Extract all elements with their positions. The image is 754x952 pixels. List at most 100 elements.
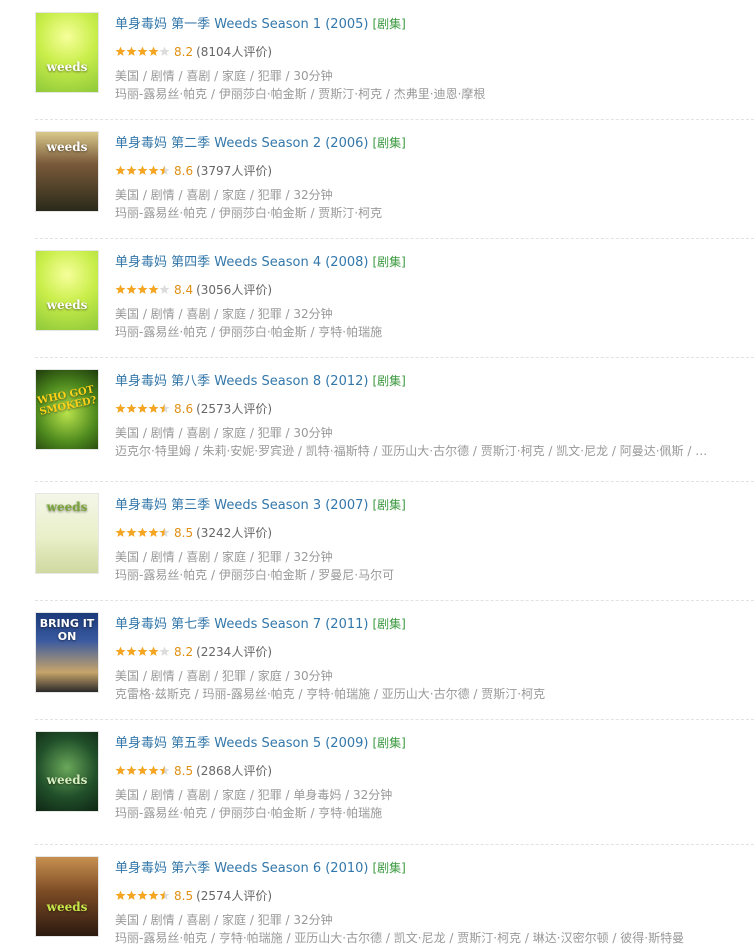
category-tag[interactable]: [剧集] bbox=[372, 17, 405, 31]
star-icon bbox=[115, 890, 126, 901]
rating-score: 8.5 bbox=[174, 764, 194, 778]
rating-row: 8.2 (8104人评价) bbox=[115, 44, 272, 60]
star-icon bbox=[148, 284, 159, 295]
category-tag[interactable]: [剧集] bbox=[372, 136, 405, 150]
rating-stars bbox=[115, 402, 170, 418]
poster-caption: weeds bbox=[46, 500, 88, 514]
rating-row: 8.5 (3242人评价) bbox=[115, 525, 272, 541]
poster-caption: weeds bbox=[46, 900, 88, 914]
rating-stars bbox=[115, 526, 170, 542]
rating-count: (3242人评价) bbox=[196, 526, 272, 540]
star-icon bbox=[159, 765, 170, 776]
star-icon bbox=[159, 165, 170, 176]
category-tag[interactable]: [剧集] bbox=[372, 617, 405, 631]
star-icon bbox=[115, 46, 126, 57]
result-title: 单身毒妈 第五季 Weeds Season 5 (2009) [剧集] bbox=[115, 734, 406, 753]
poster-image[interactable]: weeds bbox=[35, 12, 99, 93]
result-title: 单身毒妈 第三季 Weeds Season 3 (2007) [剧集] bbox=[115, 496, 406, 515]
rating-stars bbox=[115, 164, 170, 180]
star-icon bbox=[137, 46, 148, 57]
genre-line: 美国 / 剧情 / 喜剧 / 家庭 / 犯罪 / 32分钟 bbox=[115, 188, 333, 202]
cast-line: 玛丽-露易丝·帕克 / 伊丽莎白·帕金斯 / 亨特·帕瑞施 bbox=[115, 325, 383, 339]
star-icon bbox=[115, 765, 126, 776]
star-icon bbox=[148, 890, 159, 901]
rating-count: (2573人评价) bbox=[196, 402, 272, 416]
rating-stars bbox=[115, 764, 170, 780]
rating-count: (2574人评价) bbox=[196, 889, 272, 903]
rating-score: 8.5 bbox=[174, 889, 194, 903]
star-icon bbox=[148, 527, 159, 538]
star-icon bbox=[148, 646, 159, 657]
title-link[interactable]: 单身毒妈 第一季 Weeds Season 1 (2005) bbox=[115, 17, 368, 32]
cast-line: 玛丽-露易丝·帕克 / 伊丽莎白·帕金斯 / 贾斯汀·柯克 bbox=[115, 206, 383, 220]
star-icon bbox=[137, 646, 148, 657]
star-icon bbox=[148, 165, 159, 176]
star-icon bbox=[137, 890, 148, 901]
title-link[interactable]: 单身毒妈 第五季 Weeds Season 5 (2009) bbox=[115, 736, 368, 751]
star-icon bbox=[159, 646, 170, 657]
category-tag[interactable]: [剧集] bbox=[372, 255, 405, 269]
divider bbox=[35, 719, 754, 720]
cast-line: 玛丽-露易丝·帕克 / 伊丽莎白·帕金斯 / 罗曼尼·马尔可 bbox=[115, 568, 395, 582]
star-icon bbox=[159, 527, 170, 538]
star-icon bbox=[137, 527, 148, 538]
star-icon bbox=[115, 527, 126, 538]
rating-score: 8.4 bbox=[174, 283, 194, 297]
genre-line: 美国 / 剧情 / 喜剧 / 家庭 / 犯罪 / 32分钟 bbox=[115, 913, 333, 927]
star-icon bbox=[115, 284, 126, 295]
poster-caption: BRING IT ON bbox=[39, 617, 95, 643]
cast-line: 迈克尔·特里姆 / 朱莉·安妮·罗宾逊 / 凯特·福斯特 / 亚历山大·古尔德 … bbox=[115, 444, 715, 458]
result-title: 单身毒妈 第二季 Weeds Season 2 (2006) [剧集] bbox=[115, 134, 406, 153]
poster-image[interactable]: BRING IT ON bbox=[35, 612, 99, 693]
star-icon bbox=[126, 646, 137, 657]
rating-count: (3056人评价) bbox=[196, 283, 272, 297]
cast-line: 克雷格·兹斯克 / 玛丽-露易丝·帕克 / 亨特·帕瑞施 / 亚历山大·古尔德 … bbox=[115, 687, 546, 701]
title-link[interactable]: 单身毒妈 第七季 Weeds Season 7 (2011) bbox=[115, 617, 368, 632]
star-icon bbox=[148, 46, 159, 57]
star-icon bbox=[126, 890, 137, 901]
rating-score: 8.6 bbox=[174, 164, 194, 178]
poster-caption: weeds bbox=[46, 60, 88, 74]
cast-line: 玛丽-露易丝·帕克 / 伊丽莎白·帕金斯 / 亨特·帕瑞施 bbox=[115, 806, 383, 820]
rating-row: 8.5 (2574人评价) bbox=[115, 888, 272, 904]
rating-stars bbox=[115, 283, 170, 299]
title-link[interactable]: 单身毒妈 第二季 Weeds Season 2 (2006) bbox=[115, 136, 368, 151]
cast-line: 玛丽-露易丝·帕克 / 亨特·帕瑞施 / 亚历山大·古尔德 / 凯文·尼龙 / … bbox=[115, 931, 685, 945]
rating-count: (8104人评价) bbox=[196, 45, 272, 59]
genre-line: 美国 / 剧情 / 喜剧 / 家庭 / 犯罪 / 30分钟 bbox=[115, 69, 333, 83]
divider bbox=[35, 238, 754, 239]
poster-image[interactable]: weeds bbox=[35, 131, 99, 212]
poster-image[interactable]: WHO GOT SMOKED? bbox=[35, 369, 99, 450]
star-icon bbox=[115, 646, 126, 657]
poster-caption: weeds bbox=[46, 773, 88, 787]
category-tag[interactable]: [剧集] bbox=[372, 374, 405, 388]
star-icon bbox=[126, 284, 137, 295]
genre-line: 美国 / 剧情 / 喜剧 / 家庭 / 犯罪 / 30分钟 bbox=[115, 426, 333, 440]
poster-caption: WHO GOT SMOKED? bbox=[36, 384, 98, 418]
poster-image[interactable]: weeds bbox=[35, 493, 99, 574]
result-title: 单身毒妈 第七季 Weeds Season 7 (2011) [剧集] bbox=[115, 615, 406, 634]
divider bbox=[35, 357, 754, 358]
poster-image[interactable]: weeds bbox=[35, 250, 99, 331]
title-link[interactable]: 单身毒妈 第四季 Weeds Season 4 (2008) bbox=[115, 255, 368, 270]
result-title: 单身毒妈 第四季 Weeds Season 4 (2008) [剧集] bbox=[115, 253, 406, 272]
rating-count: (3797人评价) bbox=[196, 164, 272, 178]
category-tag[interactable]: [剧集] bbox=[372, 861, 405, 875]
rating-stars bbox=[115, 645, 170, 661]
poster-image[interactable]: weeds bbox=[35, 731, 99, 812]
title-link[interactable]: 单身毒妈 第三季 Weeds Season 3 (2007) bbox=[115, 498, 368, 513]
rating-row: 8.2 (2234人评价) bbox=[115, 644, 272, 660]
poster-image[interactable]: weeds bbox=[35, 856, 99, 937]
title-link[interactable]: 单身毒妈 第六季 Weeds Season 6 (2010) bbox=[115, 861, 368, 876]
category-tag[interactable]: [剧集] bbox=[372, 736, 405, 750]
category-tag[interactable]: [剧集] bbox=[372, 498, 405, 512]
genre-line: 美国 / 剧情 / 喜剧 / 犯罪 / 家庭 / 30分钟 bbox=[115, 669, 333, 683]
star-icon bbox=[159, 284, 170, 295]
poster-caption: weeds bbox=[46, 140, 88, 154]
star-icon bbox=[159, 890, 170, 901]
title-link[interactable]: 单身毒妈 第八季 Weeds Season 8 (2012) bbox=[115, 374, 368, 389]
rating-stars bbox=[115, 45, 170, 61]
star-icon bbox=[126, 765, 137, 776]
star-icon bbox=[126, 46, 137, 57]
rating-stars bbox=[115, 889, 170, 905]
